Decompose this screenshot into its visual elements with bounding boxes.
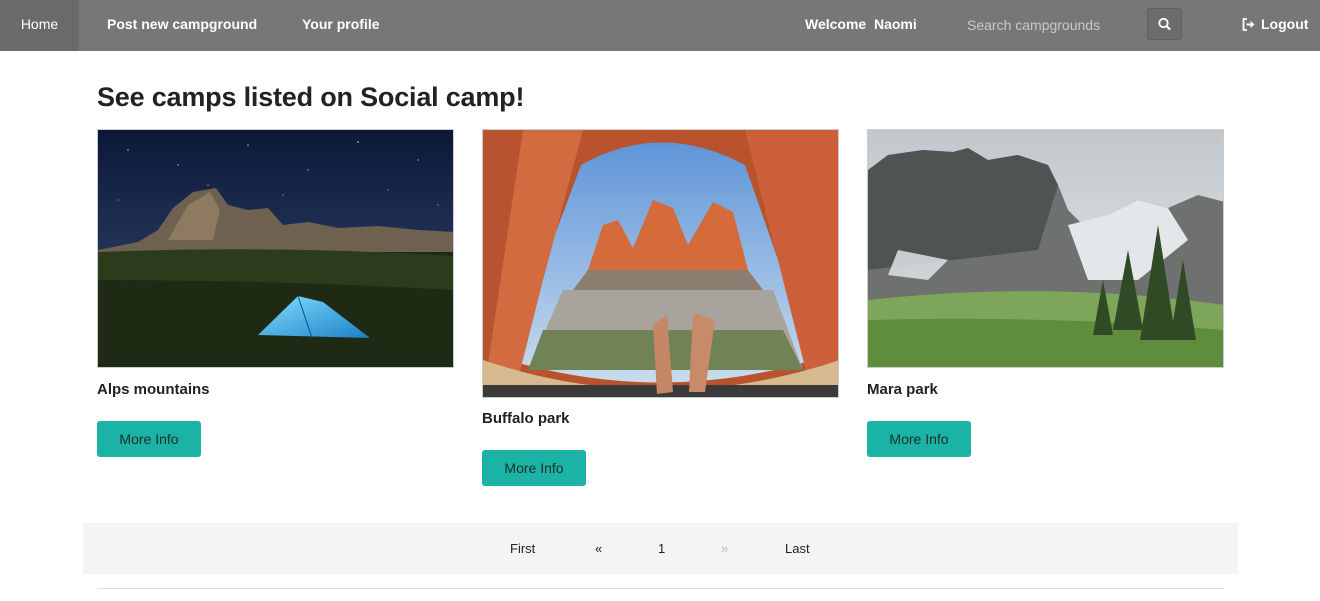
camp-card: Alps mountains More Info bbox=[97, 129, 454, 457]
nav-post-campground-link[interactable]: Post new campground bbox=[107, 0, 257, 51]
camp-photo-alpine-meadow bbox=[868, 130, 1223, 367]
pagination-prev[interactable]: « bbox=[595, 523, 602, 574]
camp-name[interactable]: Alps mountains bbox=[97, 381, 210, 398]
page-title: See camps listed on Social camp! bbox=[97, 82, 525, 112]
more-info-button[interactable]: More Info bbox=[97, 421, 201, 457]
logout-label: Logout bbox=[1261, 16, 1309, 32]
search-icon bbox=[1158, 17, 1171, 31]
pagination-last[interactable]: Last bbox=[785, 523, 810, 574]
search-button[interactable] bbox=[1147, 8, 1182, 40]
pagination-first[interactable]: First bbox=[510, 523, 535, 574]
nav-home-link[interactable]: Home bbox=[0, 0, 79, 51]
divider bbox=[97, 588, 1224, 589]
camp-image[interactable] bbox=[482, 129, 839, 398]
camp-photo-night-mountains bbox=[98, 130, 453, 367]
navbar: Home Post new campground Your profile We… bbox=[0, 0, 1320, 51]
camp-name[interactable]: Mara park bbox=[867, 381, 938, 398]
logout-link[interactable]: Logout bbox=[1242, 0, 1308, 49]
camp-name[interactable]: Buffalo park bbox=[482, 410, 570, 427]
pagination: First « 1 » Last bbox=[83, 523, 1238, 574]
more-info-button[interactable]: More Info bbox=[867, 421, 971, 457]
camp-card: Mara park More Info bbox=[867, 129, 1224, 457]
pagination-page-1[interactable]: 1 bbox=[658, 523, 665, 574]
nav-profile-link[interactable]: Your profile bbox=[302, 0, 380, 51]
camp-image[interactable] bbox=[97, 129, 454, 368]
more-info-button[interactable]: More Info bbox=[482, 450, 586, 486]
welcome-text: Welcome Naomi bbox=[805, 16, 917, 32]
sign-out-icon bbox=[1242, 18, 1255, 31]
camp-card: Buffalo park More Info bbox=[482, 129, 839, 486]
camp-photo-tent-view bbox=[483, 130, 838, 397]
pagination-next: » bbox=[721, 541, 729, 556]
camp-image[interactable] bbox=[867, 129, 1224, 368]
search-input[interactable] bbox=[955, 9, 1135, 41]
